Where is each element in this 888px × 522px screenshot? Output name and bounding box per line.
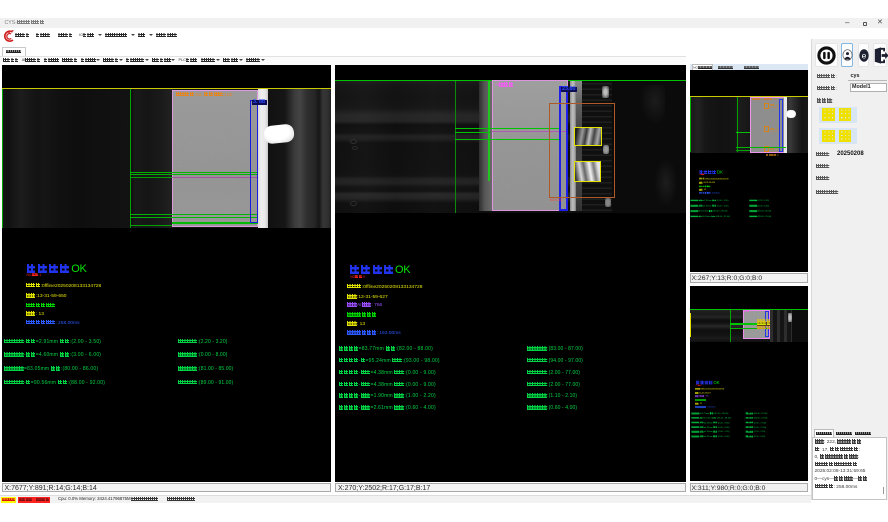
svg-text:e: e (861, 50, 866, 60)
